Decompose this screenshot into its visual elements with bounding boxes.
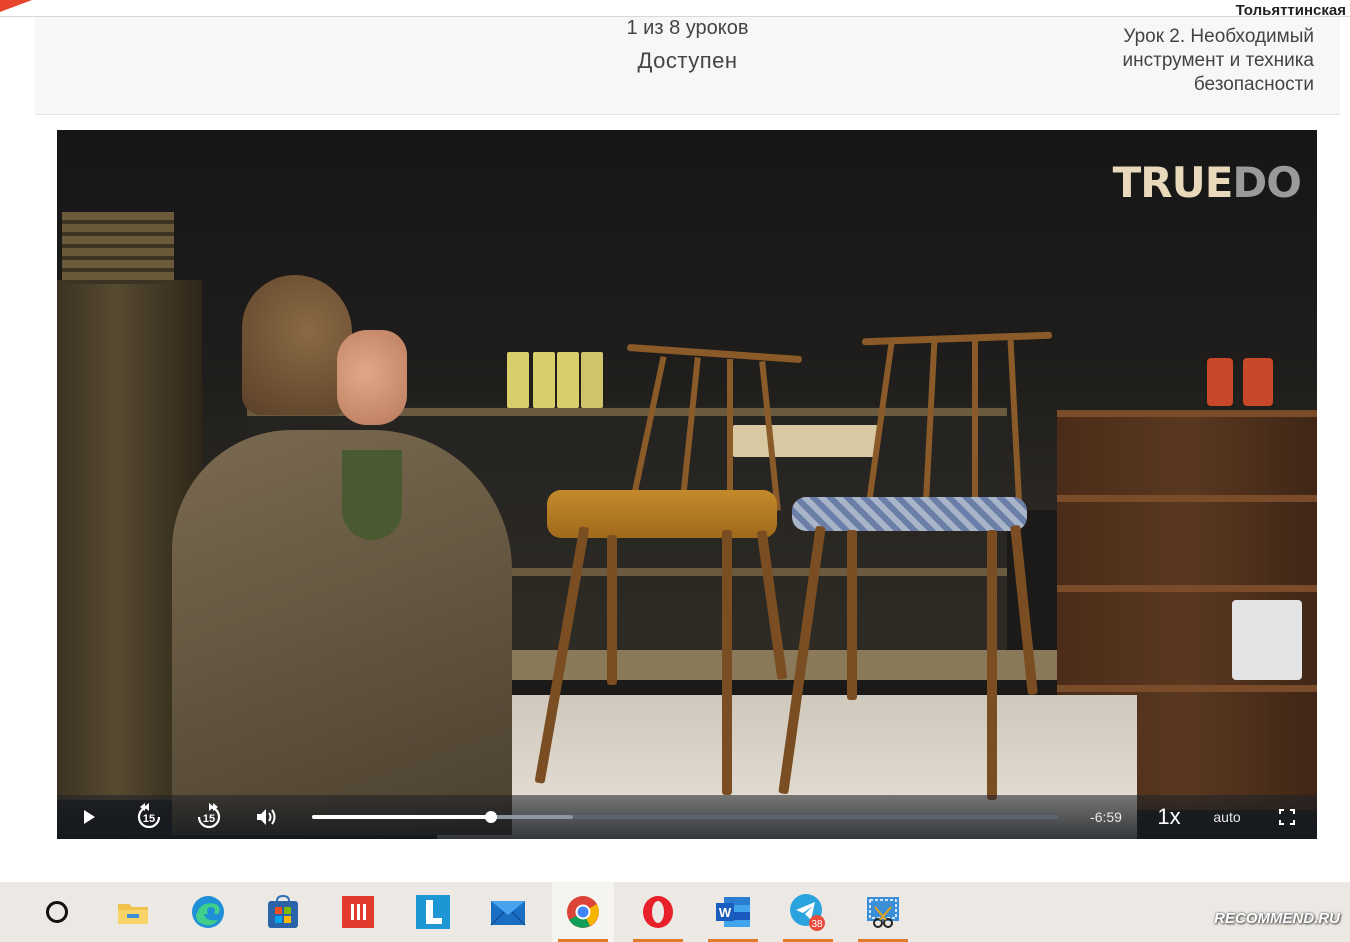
- svg-text:15: 15: [143, 813, 155, 825]
- video-frame: [57, 130, 1317, 839]
- taskbar-opera[interactable]: [627, 882, 689, 942]
- truedo-logo: TRUEDO: [1112, 158, 1302, 207]
- opera-icon: [643, 896, 673, 928]
- presenter: [172, 275, 532, 835]
- taskbar-snipping-tool[interactable]: [852, 882, 914, 942]
- taskbar-edge[interactable]: [177, 882, 239, 942]
- word-icon: W: [716, 897, 750, 927]
- progress-played: [312, 815, 492, 819]
- svg-text:W: W: [719, 905, 732, 920]
- taskbar-mail[interactable]: [477, 882, 539, 942]
- taskbar-chrome[interactable]: [552, 882, 614, 942]
- fullscreen-button[interactable]: [1269, 795, 1305, 839]
- progress-bar[interactable]: [312, 811, 1059, 823]
- chair-left: [527, 335, 817, 795]
- video-player[interactable]: TRUEDO 15 15 -6:59 1x auto: [57, 130, 1317, 839]
- taskbar-l-app[interactable]: [402, 882, 464, 942]
- circle-search-icon: [46, 901, 68, 923]
- time-remaining: -6:59: [1090, 809, 1122, 825]
- volume-button[interactable]: [249, 795, 285, 839]
- mail-icon: [490, 901, 526, 926]
- playback-speed-button[interactable]: 1x: [1149, 795, 1189, 839]
- taskbar-store[interactable]: [252, 882, 314, 942]
- progress-thumb[interactable]: [485, 811, 498, 823]
- recommend-watermark: RECOMMEND.RU: [1214, 910, 1340, 927]
- chrome-icon: [567, 896, 599, 928]
- lesson-header: 1 из 8 уроков Доступен Урок 2. Необходим…: [35, 17, 1340, 115]
- forward-15-button[interactable]: 15: [187, 795, 231, 839]
- rewind-icon: 15: [137, 803, 161, 829]
- telegram-icon: 38: [790, 894, 825, 931]
- chair-right: [778, 325, 1077, 805]
- next-lesson-link[interactable]: Урок 2. Необходимый инструмент и техника…: [1074, 25, 1314, 97]
- fullscreen-icon: [1279, 809, 1295, 825]
- taskbar-telegram[interactable]: 38: [777, 882, 839, 942]
- folder-icon: [118, 904, 148, 924]
- play-button[interactable]: [69, 795, 109, 839]
- rewind-15-button[interactable]: 15: [127, 795, 171, 839]
- telegram-badge: 38: [811, 919, 823, 930]
- taskbar-search[interactable]: [26, 882, 88, 942]
- quality-button[interactable]: auto: [1207, 795, 1247, 839]
- forward-icon: 15: [197, 803, 221, 829]
- edge-icon: [192, 896, 224, 928]
- windows-taskbar: W 38 RECOMMEND.RU: [0, 882, 1350, 942]
- taskbar-word[interactable]: W: [702, 882, 764, 942]
- red-app-icon: [342, 896, 374, 928]
- svg-text:15: 15: [203, 813, 215, 825]
- store-icon: [268, 895, 298, 928]
- player-controls: 15 15 -6:59 1x auto: [57, 795, 1317, 839]
- taskbar-file-explorer[interactable]: [102, 882, 164, 942]
- taskbar-red-app[interactable]: [327, 882, 389, 942]
- volume-icon: [257, 809, 276, 825]
- corner-flag-icon: [0, 0, 32, 12]
- l-app-icon: [416, 895, 450, 929]
- snip-icon: [867, 897, 899, 928]
- play-icon: [84, 810, 95, 824]
